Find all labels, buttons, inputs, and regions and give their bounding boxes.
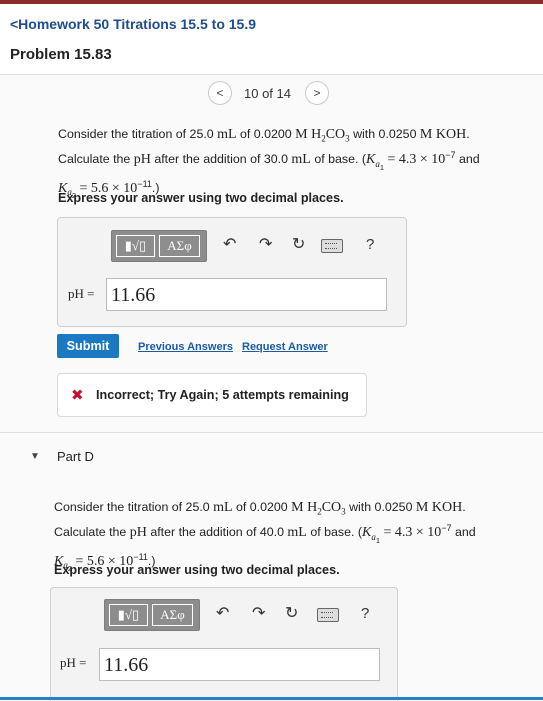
undo-icon[interactable]: ↶ <box>223 235 236 255</box>
greek-symbols-button[interactable]: ΑΣφ <box>152 604 193 626</box>
pager-position: 10 of 14 <box>244 86 291 101</box>
collapse-caret-icon[interactable]: ▼ <box>30 451 40 462</box>
error-x-icon: ✖ <box>71 387 84 404</box>
ph-answer-input[interactable]: 11.66 <box>99 648 380 681</box>
part-d-title[interactable]: Part D <box>57 449 94 464</box>
math-toolbar: ▮√▯ ΑΣφ <box>111 230 207 262</box>
keyboard-icon[interactable] <box>321 239 343 253</box>
question-line: Consider the titration of 25.0 mL of 0.0… <box>54 500 466 517</box>
previous-answers-link[interactable]: Previous Answers <box>138 341 233 353</box>
ph-label: pH = <box>68 286 95 301</box>
ph-label: pH = <box>60 655 87 670</box>
part-d-instruction: Express your answer using two decimal pl… <box>54 563 340 577</box>
feedback-text: Incorrect; Try Again; 5 attempts remaini… <box>96 388 349 402</box>
part-c-answer-box: ▮√▯ ΑΣφ ↶ ↷ ↻ ? pH = 11.66 <box>57 217 407 327</box>
greek-symbols-button[interactable]: ΑΣφ <box>159 235 200 257</box>
question-line: Consider the titration of 25.0 mL of 0.0… <box>58 127 470 144</box>
back-to-assignment-link[interactable]: <Homework 50 Titrations 15.5 to 15.9 <box>10 16 256 32</box>
redo-icon[interactable]: ↷ <box>259 235 272 255</box>
redo-icon[interactable]: ↷ <box>252 604 265 624</box>
part-d-answer-box: ▮√▯ ΑΣφ ↶ ↷ ↻ ? pH = 11.66 <box>50 587 398 701</box>
submit-button[interactable]: Submit <box>57 334 119 358</box>
ph-answer-input[interactable]: 11.66 <box>106 278 387 311</box>
header: <Homework 50 Titrations 15.5 to 15.9 Pro… <box>0 4 543 75</box>
request-answer-link[interactable]: Request Answer <box>242 341 328 353</box>
question-line: Calculate the pH after the addition of 4… <box>54 523 476 545</box>
templates-button[interactable]: ▮√▯ <box>116 235 155 257</box>
feedback-message: ✖ Incorrect; Try Again; 5 attempts remai… <box>57 373 367 417</box>
keyboard-icon[interactable] <box>317 608 339 622</box>
templates-button[interactable]: ▮√▯ <box>109 604 148 626</box>
problem-title: Problem 15.83 <box>10 46 112 63</box>
reset-icon[interactable]: ↻ <box>292 235 305 255</box>
prev-problem-button[interactable]: < <box>208 81 232 105</box>
math-toolbar: ▮√▯ ΑΣφ <box>104 599 200 631</box>
pager: < 10 of 14 > <box>0 81 543 105</box>
part-c-instruction: Express your answer using two decimal pl… <box>58 191 344 205</box>
undo-icon[interactable]: ↶ <box>216 604 229 624</box>
reset-icon[interactable]: ↻ <box>285 604 298 624</box>
divider <box>0 432 543 433</box>
question-line: Calculate the pH after the addition of 3… <box>58 150 480 172</box>
help-icon[interactable]: ? <box>361 604 369 624</box>
help-icon[interactable]: ? <box>366 235 374 255</box>
next-problem-button[interactable]: > <box>305 81 329 105</box>
